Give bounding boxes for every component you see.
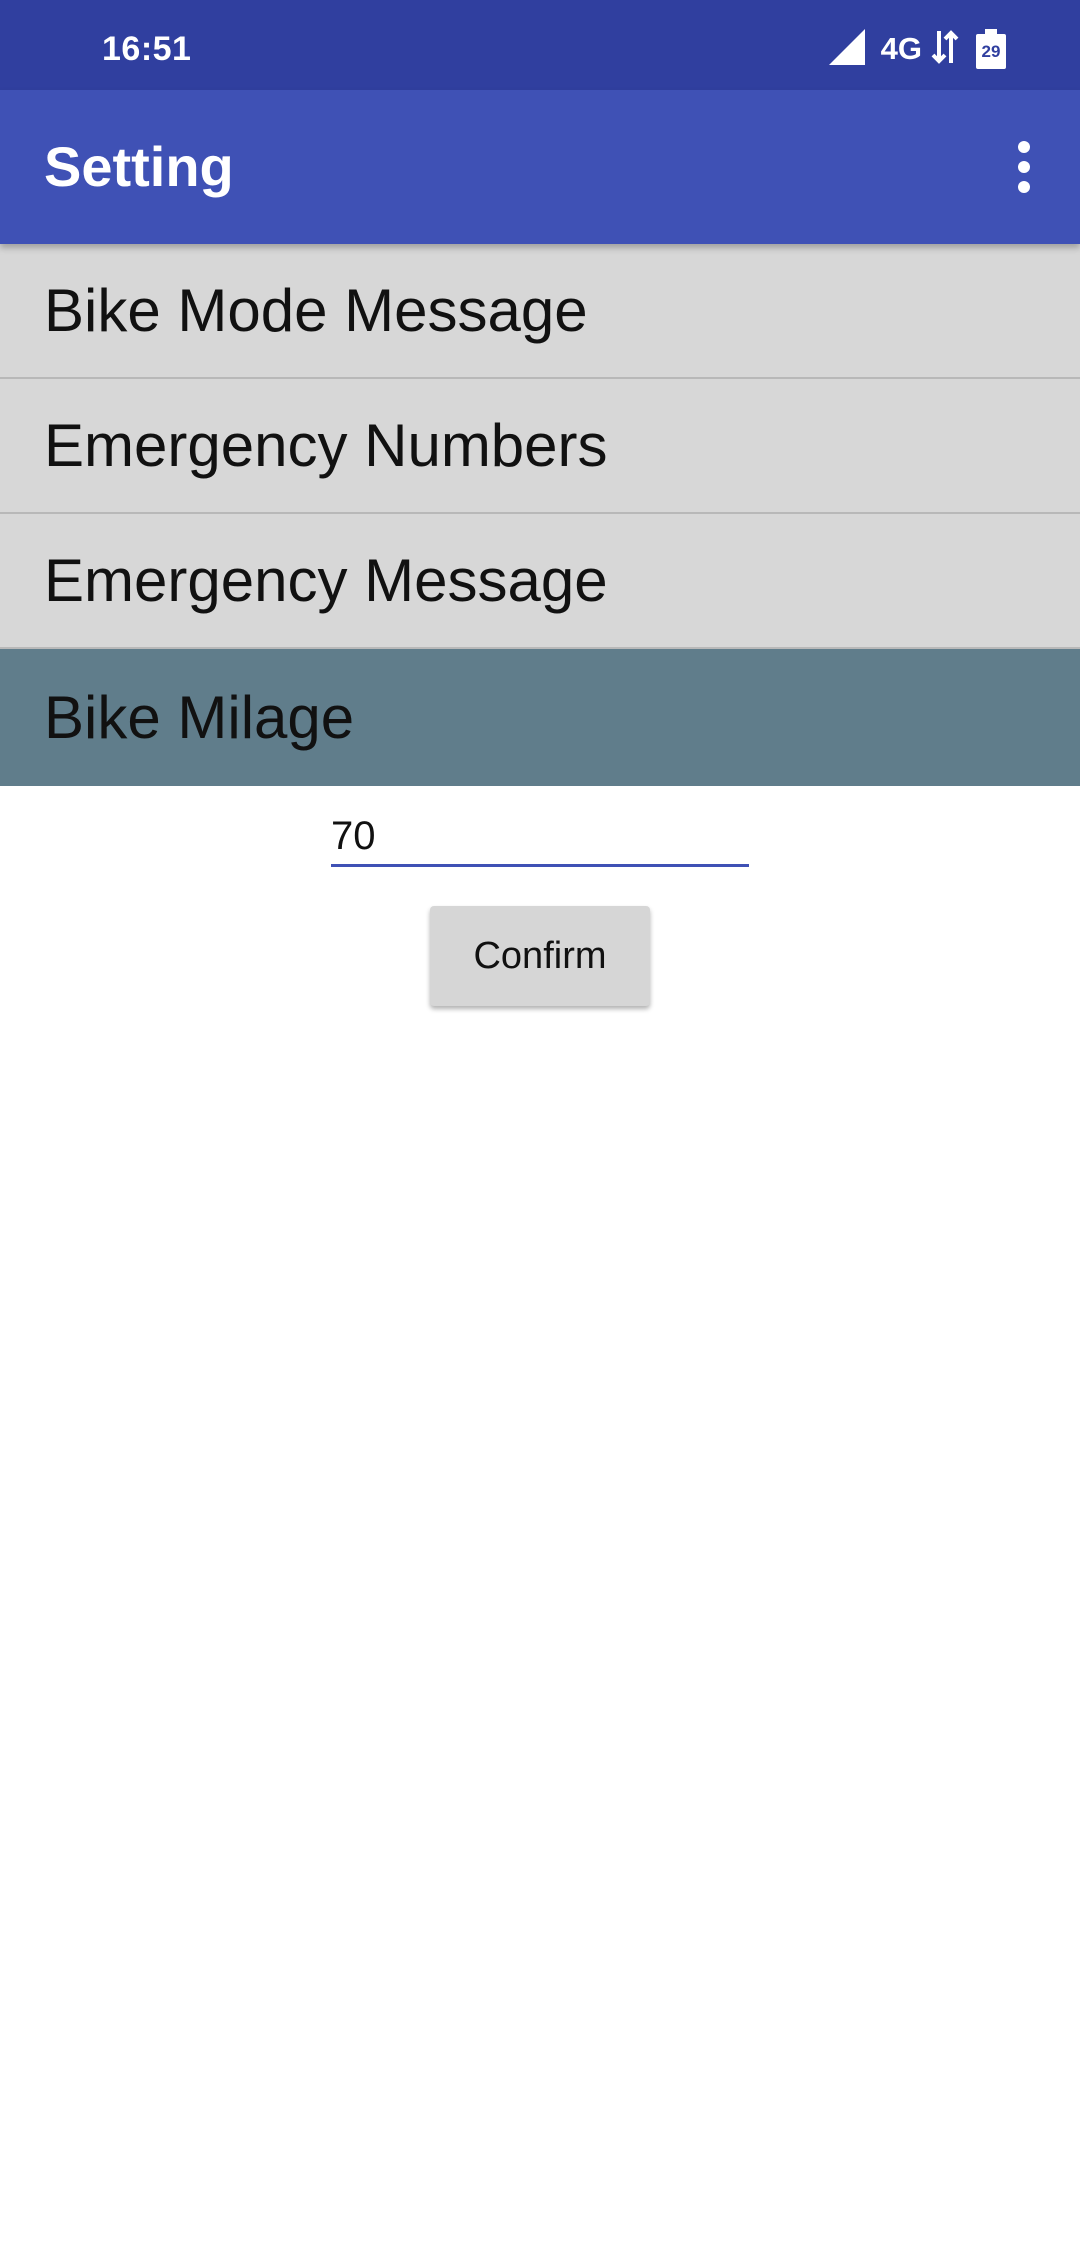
more-vert-icon[interactable] xyxy=(990,133,1058,201)
status-time: 16:51 xyxy=(102,30,192,68)
status-icons: 4G 29 xyxy=(827,0,1006,98)
menu-item-bike-milage[interactable]: Bike Milage xyxy=(0,649,1080,786)
menu-item-bike-mode-message[interactable]: Bike Mode Message xyxy=(0,244,1080,379)
menu-item-label: Emergency Numbers xyxy=(44,412,608,479)
status-bar: 16:51 4G 29 xyxy=(0,0,1080,90)
confirm-button[interactable]: Confirm xyxy=(430,906,650,1006)
app-bar: Setting xyxy=(0,90,1080,244)
network-type: 4G xyxy=(880,31,922,66)
battery-level: 29 xyxy=(981,42,1001,61)
menu-item-emergency-numbers[interactable]: Emergency Numbers xyxy=(0,379,1080,514)
menu-item-label: Bike Milage xyxy=(44,684,355,751)
settings-menu: Bike Mode Message Emergency Numbers Emer… xyxy=(0,244,1080,786)
menu-item-label: Bike Mode Message xyxy=(44,277,588,344)
menu-item-emergency-message[interactable]: Emergency Message xyxy=(0,514,1080,649)
milage-input[interactable] xyxy=(331,808,749,867)
menu-item-label: Emergency Message xyxy=(44,547,608,614)
signal-icon xyxy=(827,27,867,72)
battery-icon: 29 xyxy=(976,29,1006,69)
data-transfer-icon xyxy=(930,27,960,72)
page-title: Setting xyxy=(44,135,234,198)
